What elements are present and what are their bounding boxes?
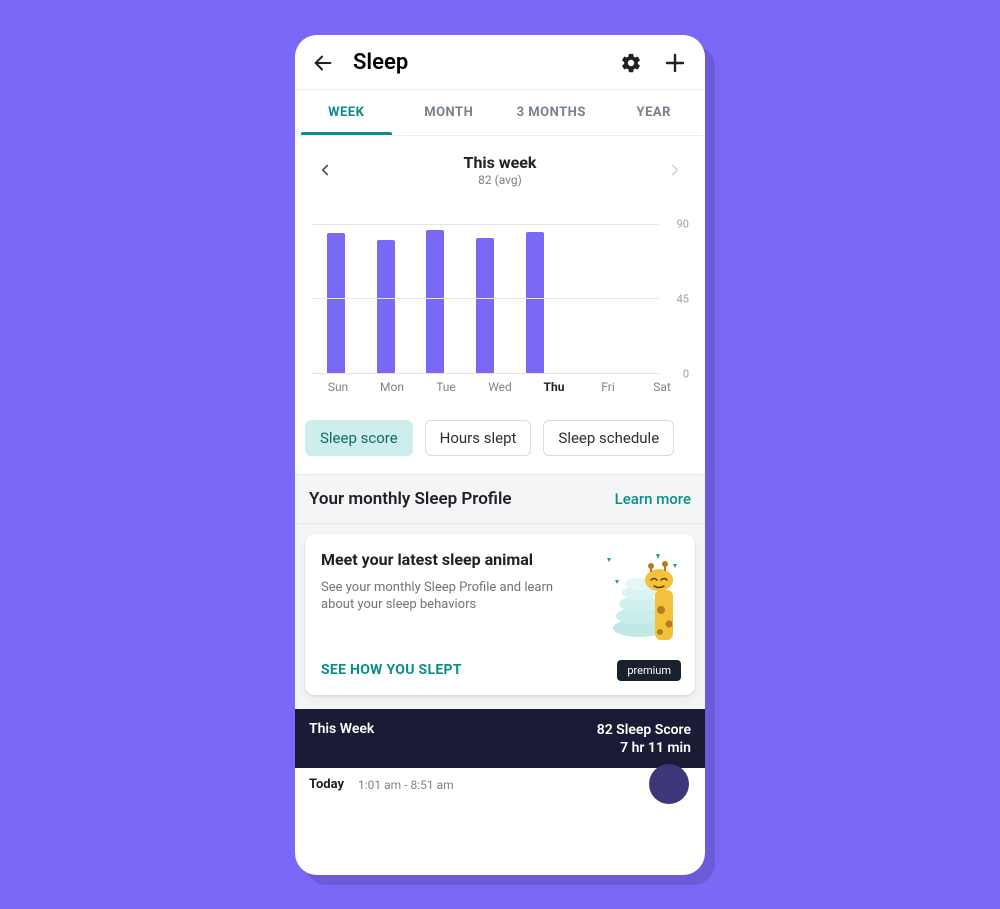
period-subtitle: 82 (avg) [345, 173, 655, 187]
sleep-score-chart: 04590 [311, 224, 689, 374]
range-tabs: WEEK MONTH 3 MONTHS YEAR [295, 90, 705, 136]
tab-month[interactable]: MONTH [398, 90, 501, 135]
chart-container: 04590 SunMonTueWedThuFriSat [295, 194, 705, 394]
x-tick-label: Tue [419, 380, 473, 394]
chip-sleep-schedule[interactable]: Sleep schedule [543, 420, 674, 456]
summary-duration: 7 hr 11 min [597, 739, 691, 758]
chart-gridline [311, 298, 659, 299]
sleep-profile-section: Meet your latest sleep animal See your m… [295, 524, 705, 709]
chevron-left-icon [316, 161, 334, 179]
chip-label: Sleep schedule [558, 429, 659, 447]
bar [426, 230, 444, 372]
metric-chips: Sleep score Hours slept Sleep schedule [295, 394, 705, 474]
x-tick-label: Mon [365, 380, 419, 394]
chevron-right-icon [666, 161, 684, 179]
today-label: Today [309, 777, 344, 792]
back-button[interactable] [309, 49, 337, 77]
chip-label: Hours slept [440, 429, 517, 447]
card-description: See your monthly Sleep Profile and learn… [321, 579, 581, 614]
period-nav: This week 82 (avg) [295, 136, 705, 194]
see-how-you-slept-button[interactable]: SEE HOW YOU SLEPT [321, 662, 462, 678]
add-button[interactable] [661, 49, 689, 77]
x-tick-label: Fri [581, 380, 635, 394]
tab-label: 3 MONTHS [517, 105, 586, 120]
summary-label: This Week [309, 721, 374, 759]
tab-label: WEEK [328, 105, 364, 120]
tab-label: YEAR [637, 105, 671, 120]
y-tick-label: 45 [677, 292, 689, 305]
prev-period-button[interactable] [305, 150, 345, 190]
bar [476, 238, 494, 372]
x-tick-label: Sun [311, 380, 365, 394]
learn-more-link[interactable]: Learn more [615, 490, 691, 508]
today-range: 1:01 am - 8:51 am [358, 778, 454, 792]
week-summary-bar[interactable]: This Week 82 Sleep Score 7 hr 11 min [295, 709, 705, 769]
next-period-button[interactable] [655, 150, 695, 190]
sleep-animal-card[interactable]: Meet your latest sleep animal See your m… [305, 534, 695, 695]
sleep-profile-heading: Your monthly Sleep Profile [309, 489, 512, 509]
plus-icon [663, 51, 687, 75]
chart-gridline [311, 224, 659, 225]
period-title: This week [345, 153, 655, 172]
tab-year[interactable]: YEAR [603, 90, 706, 135]
chip-label: Sleep score [320, 429, 398, 447]
bar [327, 233, 345, 372]
x-tick-label: Thu [527, 380, 581, 394]
y-tick-label: 0 [683, 367, 689, 380]
tab-label: MONTH [424, 105, 473, 120]
gear-icon [620, 52, 642, 74]
y-tick-label: 90 [677, 217, 689, 230]
bar [526, 232, 544, 373]
giraffe-icon [601, 550, 681, 640]
arrow-left-icon [312, 52, 334, 74]
bar [377, 240, 395, 372]
tab-3months[interactable]: 3 MONTHS [500, 90, 603, 135]
fab-button[interactable] [649, 764, 689, 804]
card-title: Meet your latest sleep animal [321, 550, 591, 569]
chip-hours-slept[interactable]: Hours slept [425, 420, 532, 456]
app-screen: Sleep WEEK MONTH 3 MONTHS YEAR This week… [295, 35, 705, 875]
page-title: Sleep [353, 50, 601, 75]
premium-badge: premium [617, 660, 681, 681]
giraffe-illustration [601, 550, 681, 640]
sleep-profile-header: Your monthly Sleep Profile Learn more [295, 474, 705, 524]
chip-sleep-score[interactable]: Sleep score [305, 420, 413, 456]
summary-score: 82 Sleep Score [597, 721, 691, 740]
today-row[interactable]: Today 1:01 am - 8:51 am [295, 768, 705, 792]
x-tick-label: Sat [635, 380, 689, 394]
tab-week[interactable]: WEEK [295, 90, 398, 135]
settings-button[interactable] [617, 49, 645, 77]
x-tick-label: Wed [473, 380, 527, 394]
app-bar: Sleep [295, 35, 705, 90]
